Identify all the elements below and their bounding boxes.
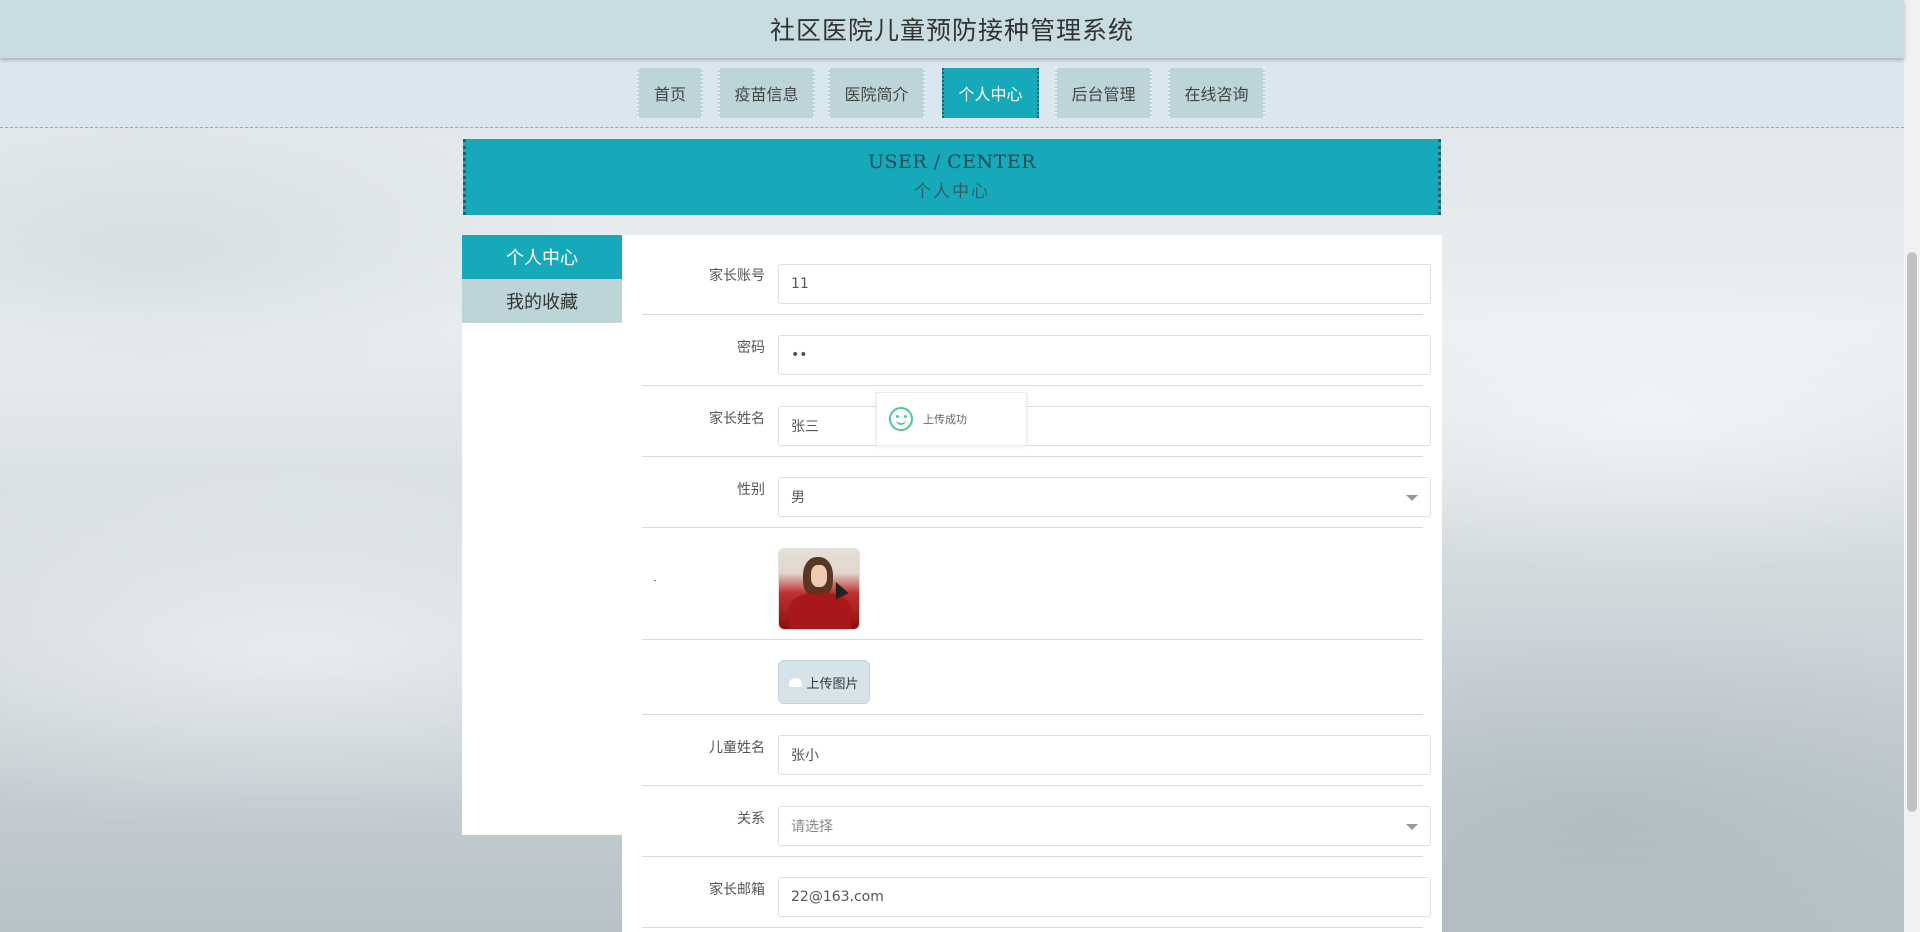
- form-row-email: 家长邮箱 22@163.com: [642, 857, 1431, 928]
- relation-label: 关系: [737, 811, 765, 827]
- section-banner: USER / CENTER 个人中心: [463, 139, 1441, 215]
- upload-image-label: 上传图片: [806, 676, 859, 692]
- form-row-photo: [642, 528, 1423, 640]
- relation-placeholder: 请选择: [791, 819, 833, 835]
- child-name-label: 儿童姓名: [709, 740, 765, 756]
- smile-icon: [889, 407, 913, 431]
- toast-message: 上传成功: [923, 413, 967, 426]
- password-input[interactable]: ••: [778, 335, 1431, 375]
- nav-hospital-intro[interactable]: 医院简介: [828, 68, 925, 118]
- chevron-down-icon: [1406, 824, 1418, 830]
- form-row-relation: 关系 请选择: [642, 786, 1431, 857]
- top-header: 社区医院儿童预防接种管理系统: [0, 0, 1904, 58]
- email-label: 家长邮箱: [709, 882, 765, 898]
- password-label: 密码: [737, 340, 765, 356]
- user-sidebar: 个人中心 我的收藏: [462, 235, 622, 835]
- account-input[interactable]: 11: [778, 264, 1431, 304]
- parent-name-label: 家长姓名: [709, 411, 765, 427]
- chevron-down-icon: [1406, 495, 1418, 501]
- form-row-upload: 上传图片: [642, 640, 1423, 715]
- nav-vaccine-info[interactable]: 疫苗信息: [718, 68, 815, 118]
- gender-label: 性别: [737, 482, 765, 498]
- form-row-child-name: 儿童姓名 张小: [642, 715, 1431, 786]
- photo-label-mark: [654, 580, 656, 581]
- gender-value: 男: [791, 490, 805, 506]
- banner-title-cn: 个人中心: [914, 182, 990, 202]
- sidebar-item-user-center[interactable]: 个人中心: [462, 235, 622, 279]
- child-name-input[interactable]: 张小: [778, 735, 1431, 775]
- avatar-preview[interactable]: [778, 548, 860, 630]
- form-row-parent-name: 家长姓名 张三: [642, 386, 1431, 457]
- nav-user-center[interactable]: 个人中心: [942, 68, 1039, 118]
- relation-select[interactable]: 请选择: [778, 806, 1431, 846]
- form-row-account: 家长账号 11: [642, 235, 1431, 315]
- form-row-gender: 性别 男: [642, 457, 1431, 528]
- gender-select[interactable]: 男: [778, 477, 1431, 517]
- profile-form-panel: 家长账号 11 密码 •• 家长姓名 张三 性别 男 上传图片 儿童姓名 张小: [622, 235, 1442, 932]
- main-nav: 首页 疫苗信息 医院简介 个人中心 后台管理 在线咨询: [0, 58, 1904, 128]
- upload-success-toast: 上传成功: [876, 392, 1027, 446]
- nav-admin[interactable]: 后台管理: [1055, 68, 1152, 118]
- page-scrollbar[interactable]: [1904, 0, 1920, 932]
- email-input[interactable]: 22@163.com: [778, 877, 1431, 917]
- sidebar-item-favorites[interactable]: 我的收藏: [462, 279, 622, 323]
- scrollbar-thumb[interactable]: [1907, 252, 1917, 812]
- nav-consultation[interactable]: 在线咨询: [1168, 68, 1265, 118]
- upload-image-button[interactable]: 上传图片: [778, 660, 870, 704]
- cloud-upload-icon: [789, 677, 803, 687]
- site-title: 社区医院儿童预防接种管理系统: [769, 16, 1134, 45]
- nav-home[interactable]: 首页: [637, 68, 703, 118]
- banner-title-en: USER / CENTER: [867, 151, 1037, 173]
- account-label: 家长账号: [709, 268, 765, 284]
- form-row-password: 密码 ••: [642, 315, 1431, 386]
